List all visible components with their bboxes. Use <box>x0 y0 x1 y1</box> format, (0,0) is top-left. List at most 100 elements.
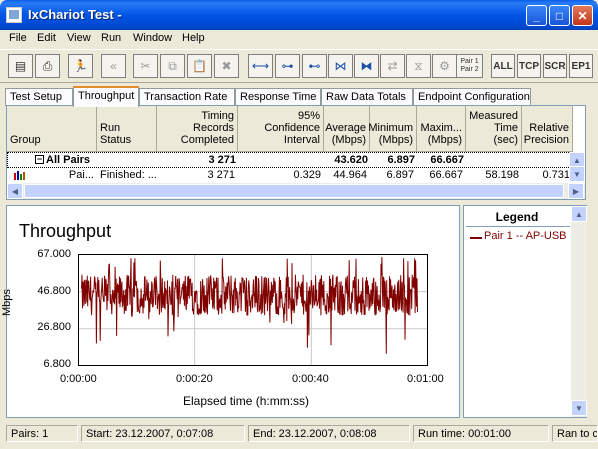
settings-icon[interactable]: ⚙ <box>432 54 457 78</box>
group-name: All Pairs <box>46 154 91 166</box>
close-button[interactable]: ✕ <box>572 5 593 26</box>
run-status: Finished: ... <box>100 169 157 181</box>
status-bar: Pairs: 1 Start: 23.12.2007, 0:07:08 End:… <box>0 420 598 449</box>
menu-edit[interactable]: Edit <box>37 32 56 44</box>
group-row[interactable]: − All Pairs 3 271 43.620 6.897 66.667 <box>7 152 573 168</box>
group-records: 3 271 <box>208 154 236 166</box>
tcp-button[interactable]: TCP <box>517 54 541 78</box>
pair-2-label: Pair 2 <box>460 66 479 73</box>
x-axis-label: Elapsed time (h:mm:ss) <box>183 394 310 408</box>
tab-endpoint-configuration[interactable]: Endpoint Configuration <box>413 88 531 106</box>
tab-response-time[interactable]: Response Time <box>235 88 321 106</box>
status-start: Start: 23.12.2007, 0:07:08 <box>81 425 245 442</box>
add-multicast-icon[interactable]: ⊶ <box>275 54 300 78</box>
legend-scrollbar[interactable]: ▲ ▼ <box>571 206 587 417</box>
col-relative-precision[interactable]: Relative Precision <box>522 106 573 152</box>
delete-icon[interactable]: ✖ <box>214 54 239 78</box>
grid-horizontal-scrollbar[interactable]: ◀ ▶ <box>7 183 585 199</box>
col-group[interactable]: Group <box>7 106 97 152</box>
maximum-value: 66.667 <box>429 169 463 181</box>
copy-icon[interactable]: ⧉ <box>160 54 185 78</box>
save-icon[interactable]: ▤ <box>8 54 33 78</box>
legend-title: Legend <box>495 210 539 224</box>
series-line-pair-1 <box>81 257 418 354</box>
col-run-status[interactable]: Run Status <box>97 106 157 152</box>
col-average[interactable]: Average (Mbps) <box>324 106 370 152</box>
results-grid: Group Run Status Timing Records Complete… <box>6 105 586 200</box>
group-minimum: 6.897 <box>387 154 415 166</box>
tab-transaction-rate[interactable]: Transaction Rate <box>139 88 235 106</box>
tab-raw-data-totals[interactable]: Raw Data Totals <box>321 88 413 106</box>
pair-1-label: Pair 1 <box>460 58 479 65</box>
chart-title: Throughput <box>19 221 112 241</box>
tab-throughput[interactable]: Throughput <box>73 86 139 107</box>
col-minimum[interactable]: Minimum (Mbps) <box>368 106 417 152</box>
legend-scroll-up-icon[interactable]: ▲ <box>571 206 587 222</box>
scroll-down-icon[interactable]: ▼ <box>569 166 585 182</box>
group-average: 43.620 <box>334 154 368 166</box>
menu-help[interactable]: Help <box>182 32 205 44</box>
x-tick-label: 0:00:20 <box>176 373 213 385</box>
run-icon[interactable]: 🏃 <box>68 54 93 78</box>
y-tick-label: 67.000 <box>37 248 71 260</box>
menu-window[interactable]: Window <box>133 32 172 44</box>
all-button[interactable]: ALL <box>491 54 515 78</box>
cut-icon[interactable]: ✂ <box>133 54 158 78</box>
menu-file[interactable]: File <box>9 32 27 44</box>
swap-endpoints-icon[interactable]: ⇄ <box>380 54 405 78</box>
menu-bar: File Edit View Run Window Help <box>0 30 598 48</box>
relative-precision: 0.731 <box>542 169 570 181</box>
average-value: 44.964 <box>333 169 367 181</box>
scroll-thumb[interactable] <box>24 184 564 198</box>
chart-type-icon <box>13 169 25 181</box>
x-tick-label: 0:01:00 <box>407 373 444 385</box>
paste-icon[interactable]: 📋 <box>187 54 212 78</box>
add-pair-icon[interactable]: ⟷ <box>248 54 273 78</box>
menu-view[interactable]: View <box>67 32 91 44</box>
x-tick-label: 0:00:40 <box>292 373 329 385</box>
col-timing-records[interactable]: Timing Records Completed <box>157 106 238 152</box>
ep1-button[interactable]: EP1 <box>569 54 593 78</box>
status-pairs: Pairs: 1 <box>6 425 78 442</box>
maximize-button[interactable]: □ <box>549 5 570 26</box>
pair-name: Pai... <box>68 169 94 181</box>
grid-vertical-scrollbar[interactable]: ▲ ▼ <box>569 152 585 182</box>
edit-pair-icon[interactable]: ⊷ <box>302 54 327 78</box>
y-axis-label: Mbps <box>1 289 13 316</box>
filter-icon[interactable]: ⧖ <box>406 54 431 78</box>
y-tick-label: 6.800 <box>43 358 71 370</box>
scr-button[interactable]: SCR <box>543 54 567 78</box>
throughput-plot <box>78 254 428 366</box>
tab-test-setup[interactable]: Test Setup <box>5 88 73 106</box>
scroll-left-icon[interactable]: ◀ <box>7 183 23 199</box>
collapse-icon[interactable]: − <box>35 155 44 164</box>
back-icon[interactable]: « <box>101 54 126 78</box>
minimize-button[interactable]: _ <box>526 5 547 26</box>
table-row[interactable]: Pai... Finished: ... 3 271 0.329 44.964 … <box>7 168 573 184</box>
confidence-interval: 0.329 <box>293 169 321 181</box>
window-title: IxChariot Test - <box>28 7 122 22</box>
toolbar: ▤ ⎙ 🏃 « ✂ ⧉ 📋 ✖ ⟷ ⊶ ⊷ ⋈ ⧓ ⇄ ⧖ ⚙ Pair 1 P… <box>0 49 598 83</box>
replicate-pair-icon[interactable]: ⧓ <box>354 54 379 78</box>
status-runtime: Run time: 00:01:00 <box>413 425 549 442</box>
measured-time: 58.198 <box>485 169 519 181</box>
records-completed: 3 271 <box>207 169 235 181</box>
app-icon <box>6 7 22 23</box>
pair-group-icon[interactable]: ⋈ <box>328 54 353 78</box>
y-tick-label: 26.800 <box>37 321 71 333</box>
menu-run[interactable]: Run <box>101 32 121 44</box>
y-tick-label: 46.800 <box>37 285 71 297</box>
minimum-value: 6.897 <box>386 169 414 181</box>
legend-entry[interactable]: Pair 1 -- AP-USB <box>484 230 567 242</box>
group-maximum: 66.667 <box>430 154 464 166</box>
pair-toggle-button[interactable]: Pair 1 Pair 2 <box>456 54 483 78</box>
legend-pane: Legend Pair 1 -- AP-USB ▲ ▼ <box>463 205 587 418</box>
col-measured-time[interactable]: Measured Time (sec) <box>466 106 522 152</box>
col-confidence-interval[interactable]: 95% Confidence Interval <box>238 106 324 152</box>
print-icon[interactable]: ⎙ <box>35 54 60 78</box>
legend-scroll-down-icon[interactable]: ▼ <box>571 400 587 416</box>
scroll-right-icon[interactable]: ▶ <box>568 183 584 199</box>
status-end: End: 23.12.2007, 0:08:08 <box>248 425 410 442</box>
col-maximum[interactable]: Maxim... (Mbps) <box>417 106 466 152</box>
title-bar[interactable]: IxChariot Test - _ □ ✕ <box>0 0 598 30</box>
